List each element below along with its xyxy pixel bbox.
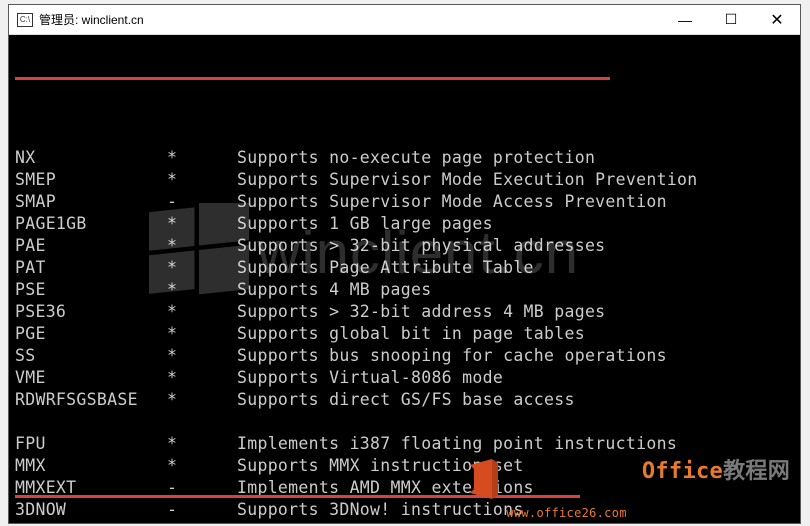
- feature-key: SS: [15, 345, 167, 367]
- feature-desc: Supports Supervisor Mode Execution Preve…: [237, 169, 800, 191]
- close-button[interactable]: ✕: [754, 5, 800, 34]
- feature-flag: -: [167, 521, 237, 523]
- feature-desc: Supports 4 MB pages: [237, 279, 800, 301]
- feature-flag: *: [167, 147, 237, 169]
- table-row: PGE*Supports global bit in page tables: [15, 323, 800, 345]
- table-row: NX*Supports no-execute page protection: [15, 147, 800, 169]
- table-row: PSE36*Supports > 32-bit address 4 MB pag…: [15, 301, 800, 323]
- feature-key: PSE36: [15, 301, 167, 323]
- table-row: [15, 125, 800, 147]
- feature-key: PSE: [15, 279, 167, 301]
- feature-flag: *: [167, 433, 237, 455]
- feature-flag: *: [167, 301, 237, 323]
- feature-key: PAT: [15, 257, 167, 279]
- app-window: C:\ 管理员: winclient.cn — ☐ ✕ winclient.cn…: [8, 4, 801, 524]
- feature-desc: Supports Page Attribute Table: [237, 257, 800, 279]
- terminal-output[interactable]: winclient.cn NX*Supports no-execute page…: [9, 35, 800, 523]
- feature-flag: *: [167, 235, 237, 257]
- feature-desc: Supports Virtual-8086 mode: [237, 367, 800, 389]
- feature-desc: Supports 3DNow! instructions: [237, 499, 800, 521]
- feature-key: NX: [15, 147, 167, 169]
- feature-key: FPU: [15, 433, 167, 455]
- feature-desc: Supports no-execute page protection: [237, 147, 800, 169]
- feature-flag: *: [167, 257, 237, 279]
- feature-key: SMAP: [15, 191, 167, 213]
- table-row: SMAP-Supports Supervisor Mode Access Pre…: [15, 191, 800, 213]
- table-row: PSE*Supports 4 MB pages: [15, 279, 800, 301]
- highlight-line-1: [15, 77, 610, 80]
- feature-key: SMEP: [15, 169, 167, 191]
- feature-desc: Supports bus snooping for cache operatio…: [237, 345, 800, 367]
- table-row: 3DNOW-Supports 3DNow! instructions: [15, 499, 800, 521]
- maximize-button[interactable]: ☐: [708, 5, 754, 34]
- table-row: FPU*Implements i387 floating point instr…: [15, 433, 800, 455]
- feature-key: PGE: [15, 323, 167, 345]
- feature-desc: Supports MMX instruction set: [237, 455, 800, 477]
- feature-flag: *: [167, 345, 237, 367]
- feature-desc: Supports direct GS/FS base access: [237, 389, 800, 411]
- cmd-icon: C:\: [17, 13, 33, 27]
- table-row: SMEP*Supports Supervisor Mode Execution …: [15, 169, 800, 191]
- feature-flag: *: [167, 169, 237, 191]
- feature-key: 3DNOW: [15, 499, 167, 521]
- feature-desc: Supports Supervisor Mode Access Preventi…: [237, 191, 800, 213]
- feature-desc: Implements i387 floating point instructi…: [237, 433, 800, 455]
- table-row: PAGE1GB*Supports 1 GB large pages: [15, 213, 800, 235]
- table-row: RDWRFSGSBASE*Supports direct GS/FS base …: [15, 389, 800, 411]
- feature-flag: -: [167, 499, 237, 521]
- window-controls: — ☐ ✕: [662, 5, 800, 34]
- table-row: PAT*Supports Page Attribute Table: [15, 257, 800, 279]
- feature-desc: Supports 3DNow! extension instructions: [237, 521, 800, 523]
- feature-desc: Supports 1 GB large pages: [237, 213, 800, 235]
- feature-flag: *: [167, 367, 237, 389]
- feature-key: VME: [15, 367, 167, 389]
- feature-desc: Supports > 32-bit physical addresses: [237, 235, 800, 257]
- feature-flag: -: [167, 191, 237, 213]
- feature-flag: *: [167, 455, 237, 477]
- highlight-line-2: [15, 495, 580, 498]
- feature-flag: *: [167, 213, 237, 235]
- feature-flag: *: [167, 323, 237, 345]
- table-row: [15, 411, 800, 433]
- feature-key: RDWRFSGSBASE: [15, 389, 167, 411]
- table-row: MMX*Supports MMX instruction set: [15, 455, 800, 477]
- feature-desc: Supports > 32-bit address 4 MB pages: [237, 301, 800, 323]
- table-row: PAE*Supports > 32-bit physical addresses: [15, 235, 800, 257]
- feature-flag: *: [167, 389, 237, 411]
- titlebar[interactable]: C:\ 管理员: winclient.cn — ☐ ✕: [9, 5, 800, 35]
- feature-desc: Supports global bit in page tables: [237, 323, 800, 345]
- feature-flag: *: [167, 279, 237, 301]
- window-title: 管理员: winclient.cn: [39, 11, 144, 28]
- feature-key: MMX: [15, 455, 167, 477]
- feature-key: PAGE1GB: [15, 213, 167, 235]
- table-row: SS*Supports bus snooping for cache opera…: [15, 345, 800, 367]
- feature-key: PAE: [15, 235, 167, 257]
- feature-key: 3DNOWEXT: [15, 521, 167, 523]
- table-row: VME*Supports Virtual-8086 mode: [15, 367, 800, 389]
- minimize-button[interactable]: —: [662, 5, 708, 34]
- table-row: 3DNOWEXT-Supports 3DNow! extension instr…: [15, 521, 800, 523]
